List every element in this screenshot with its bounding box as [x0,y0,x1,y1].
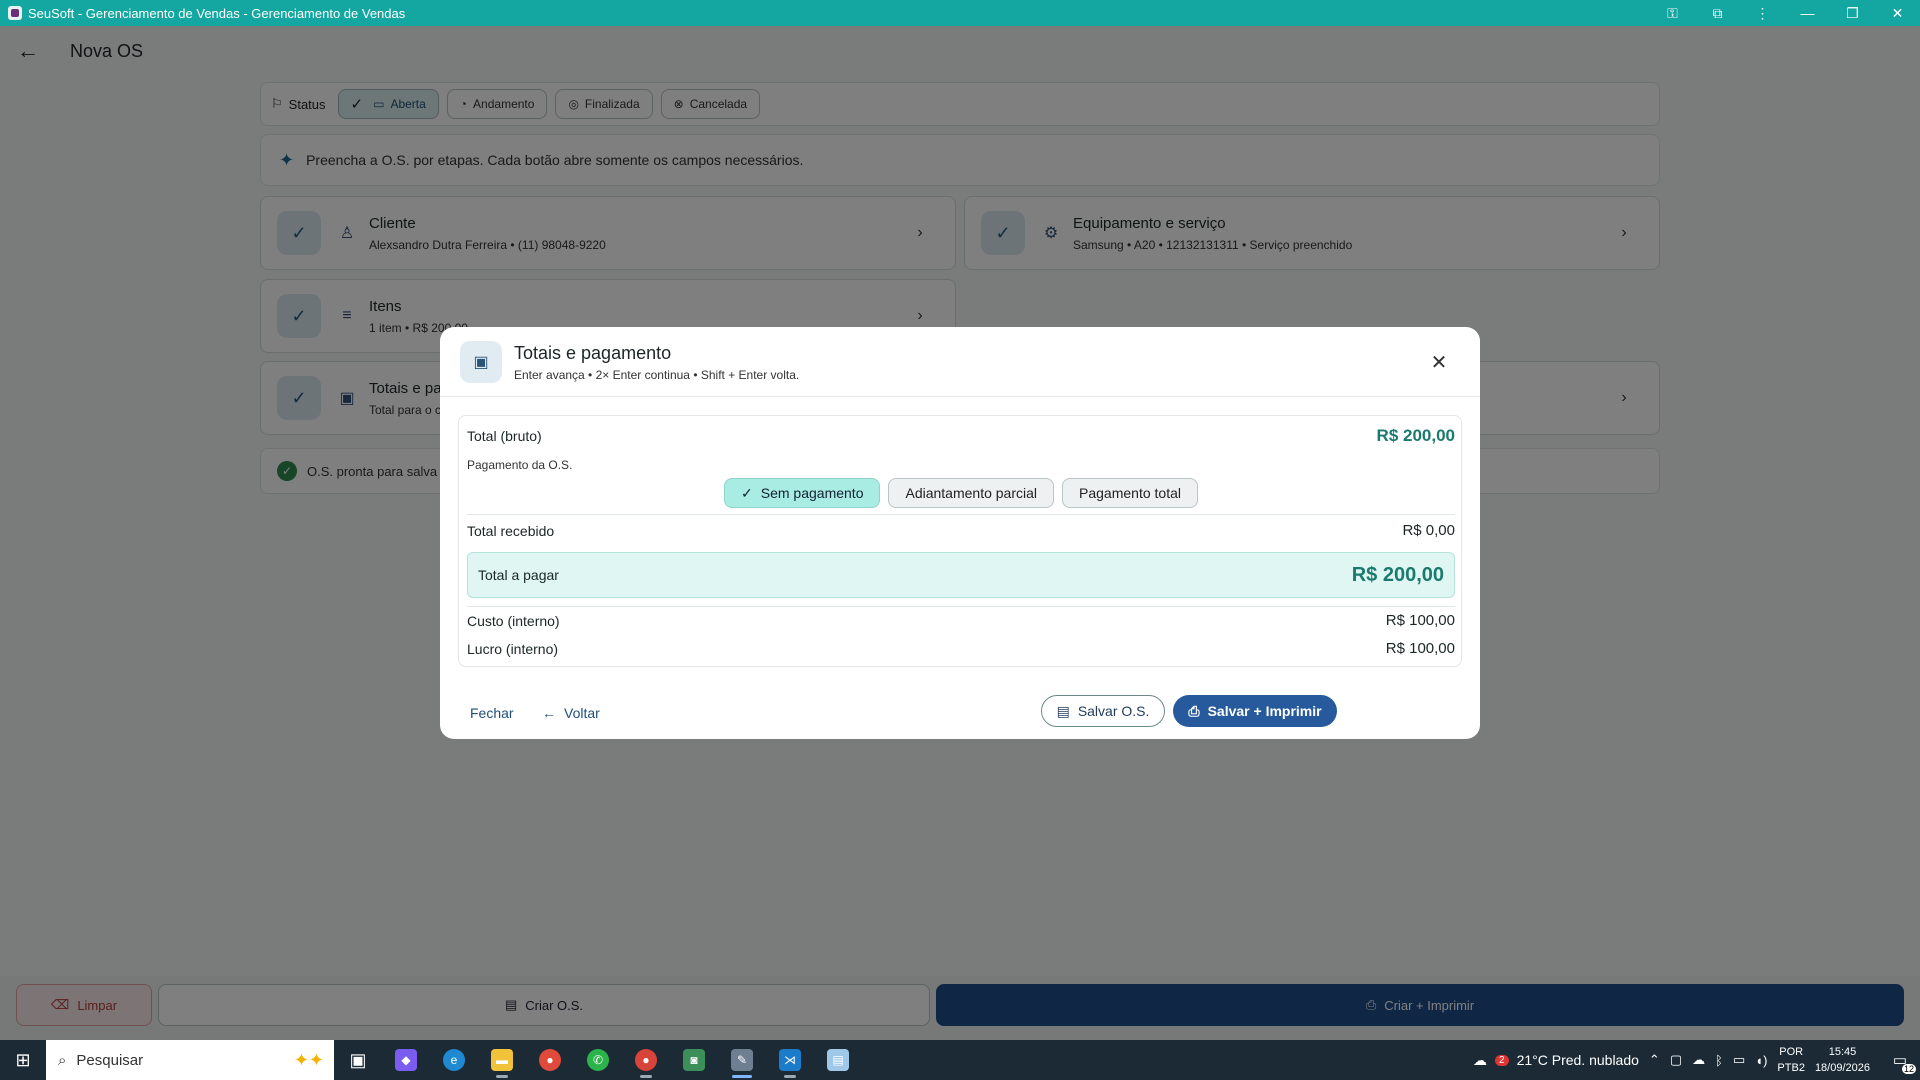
gross-total-value: R$ 200,00 [1376,426,1455,445]
payments-icon: ▣ [460,341,502,383]
save-label: Salvar O.S. [1077,703,1150,719]
totals-payment-dialog: ▣ Totais e pagamento Enter avança • 2× E… [440,327,1480,739]
payment-option-label: Pagamento total [1079,485,1181,501]
whatsapp-icon[interactable]: ✆ [574,1040,622,1080]
profit-row: Lucro (interno) R$ 100,00 [467,640,1455,657]
windows-start-icon[interactable]: ⊞ [0,1040,46,1080]
window-title: SeuSoft - Gerenciamento de Vendas - Gere… [28,5,406,21]
cost-label: Custo (interno) [467,612,560,629]
dialog-subtitle: Enter avança • 2× Enter continua • Shift… [514,368,800,382]
back-label: Voltar [564,705,600,721]
weather-badge: 2 [1495,1054,1509,1066]
received-value: R$ 0,00 [1402,522,1455,539]
cost-row: Custo (interno) R$ 100,00 [467,612,1455,629]
notifications-count: 12 [1901,1064,1916,1074]
copilot-icon[interactable]: ◆ [382,1040,430,1080]
chrome-icon[interactable]: ● [526,1040,574,1080]
extension-icon[interactable]: ⧉ [1695,0,1740,26]
seusoft-taskbar-icon[interactable]: ✎ [718,1040,766,1080]
print-icon: ⎙ [1188,702,1200,719]
close-window-button[interactable]: ✕ [1875,0,1920,26]
dialog-header: ▣ Totais e pagamento Enter avança • 2× E… [440,327,1480,397]
meet-icon[interactable]: ▢ [1670,1052,1682,1068]
to-pay-box: Total a pagar R$ 200,00 [467,552,1455,598]
file-explorer-icon[interactable]: ▬ [478,1040,526,1080]
search-placeholder: Pesquisar [76,1051,144,1069]
close-button[interactable]: Fechar [470,699,514,727]
close-label: Fechar [470,705,514,721]
payment-option-partial[interactable]: Adiantamento parcial [888,478,1055,508]
close-icon[interactable]: ✕ [1424,347,1454,377]
bluetooth-icon[interactable]: ᛒ [1715,1053,1723,1068]
volume-icon[interactable]: ◖) [1755,1053,1767,1068]
dialog-title: Totais e pagamento [514,343,672,363]
payment-option-label: Sem pagamento [760,485,864,501]
lang-line1: POR [1779,1046,1804,1058]
received-label: Total recebido [467,522,555,539]
language-indicator[interactable]: POR PTB2 [1777,1044,1805,1076]
window-titlebar: SeuSoft - Gerenciamento de Vendas - Gere… [0,0,1920,26]
received-row: Total recebido R$ 0,00 [467,522,1455,539]
system-tray: ☁ 2 21°C Pred. nublado ⌃ ▢ ☁ ᛒ ▭ ◖) POR … [1473,1040,1920,1080]
profit-value: R$ 100,00 [1385,640,1455,657]
to-pay-label: Total a pagar [478,567,559,583]
minimize-button[interactable]: — [1785,0,1830,26]
notepad-icon[interactable]: ▤ [814,1040,862,1080]
notifications-icon[interactable]: ▭ 12 [1880,1040,1920,1080]
divider [467,514,1455,515]
app-logo-icon [8,6,22,20]
totals-panel: Total (bruto) R$ 200,00 Pagamento da O.S… [458,415,1462,667]
payment-options: ✓ Sem pagamento Adiantamento parcial Pag… [459,478,1463,508]
clock-time: 15:45 [1828,1046,1857,1058]
gross-total-row: Total (bruto) R$ 200,00 [467,426,1455,446]
divider [467,606,1455,607]
weather-text: 21°C Pred. nublado [1516,1052,1639,1068]
taskbar-search[interactable]: ⌕ Pesquisar ✦✦ [46,1040,334,1080]
payment-option-full[interactable]: Pagamento total [1062,478,1198,508]
dialog-footer: Fechar ← Voltar ▤ Salvar O.S. ⎙ Salvar +… [440,685,1480,739]
task-view-icon[interactable]: ▣ [334,1040,382,1080]
cost-value: R$ 100,00 [1385,612,1455,629]
chevron-up-icon[interactable]: ⌃ [1649,1052,1660,1068]
sparkle-icon: ✦✦ [293,1049,324,1070]
onedrive-icon[interactable]: ☁ [1692,1052,1705,1068]
save-print-button[interactable]: ⎙ Salvar + Imprimir [1173,695,1337,727]
network-icon[interactable]: ▭ [1733,1052,1745,1068]
payment-option-label: Adiantamento parcial [905,485,1038,501]
payment-label: Pagamento da O.S. [467,458,573,472]
clock-date: 18/09/2026 [1814,1062,1870,1074]
weather-widget[interactable]: ☁ 2 21°C Pred. nublado [1473,1052,1639,1069]
profit-label: Lucro (interno) [467,640,559,657]
check-icon: ✓ [741,484,753,501]
app-green-icon[interactable]: ◙ [670,1040,718,1080]
gross-total-label: Total (bruto) [467,428,542,444]
cloud-icon: ☁ [1473,1051,1487,1068]
edge-icon[interactable]: e [430,1040,478,1080]
search-icon: ⌕ [58,1051,67,1069]
to-pay-value: R$ 200,00 [1351,563,1444,586]
lang-line2: PTB2 [1777,1062,1805,1074]
back-button[interactable]: ← Voltar [542,699,600,727]
save-print-label: Salvar + Imprimir [1207,703,1322,719]
arrow-left-icon: ← [542,705,556,721]
save-icon: ▤ [1056,702,1070,719]
restore-button[interactable]: ❐ [1830,0,1875,26]
vscode-icon[interactable]: ⋊ [766,1040,814,1080]
clock[interactable]: 15:45 18/09/2026 [1815,1044,1870,1076]
save-os-button[interactable]: ▤ Salvar O.S. [1041,695,1165,727]
windows-taskbar: ⊞ ⌕ Pesquisar ✦✦ ▣ ◆ e ▬ ● ✆ ● ◙ ✎ ⋊ ▤ ☁… [0,1040,1920,1080]
payment-option-none[interactable]: ✓ Sem pagamento [724,478,881,508]
more-vert-icon[interactable]: ⋮ [1740,0,1785,26]
key-icon[interactable]: ⚿ [1650,0,1695,26]
chrome-profile-icon[interactable]: ● [622,1040,670,1080]
